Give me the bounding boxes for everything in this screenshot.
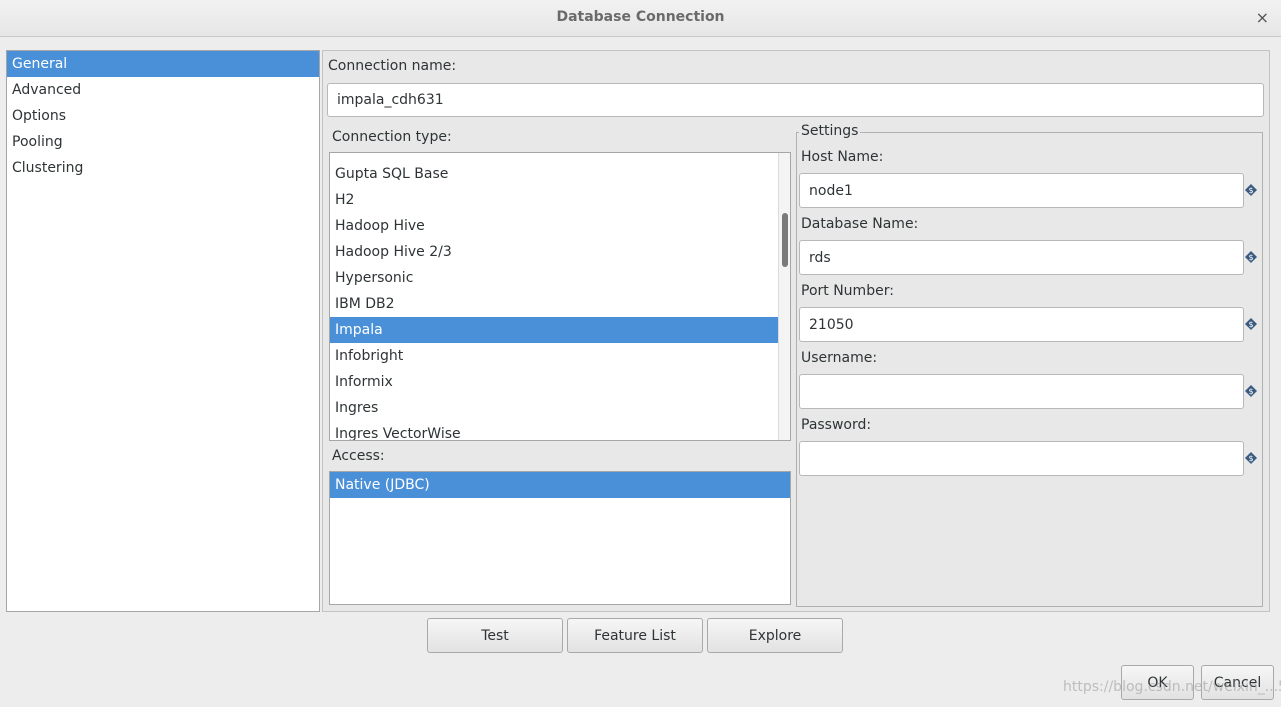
database-name-input[interactable] — [799, 240, 1244, 275]
list-item-selected[interactable]: Native (JDBC) — [330, 472, 790, 498]
port-number-input[interactable] — [799, 307, 1244, 342]
list-item[interactable]: IBM DB2 — [330, 291, 790, 317]
explore-button[interactable]: Explore — [707, 618, 843, 653]
watermark-text: https://blog.csdn.net/weixin_...523 — [1063, 679, 1281, 695]
list-item[interactable]: Hadoop Hive 2/3 — [330, 239, 790, 265]
svg-text:$: $ — [1248, 320, 1253, 329]
feature-list-button[interactable]: Feature List — [567, 618, 703, 653]
connection-type-label: Connection type: — [332, 129, 452, 145]
connection-type-list[interactable]: Gupta SQL Base H2 Hadoop Hive Hadoop Hiv… — [329, 152, 791, 441]
database-name-label: Database Name: — [801, 216, 919, 232]
svg-text:$: $ — [1248, 454, 1253, 463]
list-item[interactable]: Hadoop Hive — [330, 213, 790, 239]
connection-name-input[interactable] — [327, 83, 1264, 117]
nav-item-general[interactable]: General — [7, 51, 319, 77]
list-item[interactable]: Ingres — [330, 395, 790, 421]
password-label: Password: — [801, 417, 872, 433]
password-input[interactable] — [799, 441, 1244, 476]
list-item[interactable]: Informix — [330, 369, 790, 395]
svg-text:$: $ — [1248, 253, 1253, 262]
close-icon[interactable]: × — [1256, 8, 1269, 27]
nav-item-clustering[interactable]: Clustering — [7, 155, 319, 181]
host-name-input[interactable] — [799, 173, 1244, 208]
nav-item-options[interactable]: Options — [7, 103, 319, 129]
list-item-selected[interactable]: Impala — [330, 317, 790, 343]
scrollbar-thumb[interactable] — [782, 213, 788, 267]
variable-diamond-icon[interactable]: $ — [1245, 385, 1257, 397]
variable-diamond-icon[interactable]: $ — [1245, 452, 1257, 464]
username-label: Username: — [801, 350, 878, 366]
list-item[interactable]: Gupta SQL Base — [330, 161, 790, 187]
window-title: Database Connection — [556, 9, 725, 25]
title-bar: Database Connection × — [0, 0, 1281, 37]
test-button[interactable]: Test — [427, 618, 563, 653]
variable-diamond-icon[interactable]: $ — [1245, 251, 1257, 263]
general-panel: Connection name: Connection type: Gupta … — [322, 50, 1270, 612]
connection-name-label: Connection name: — [328, 58, 457, 74]
variable-diamond-icon[interactable]: $ — [1245, 318, 1257, 330]
list-item[interactable]: Infobright — [330, 343, 790, 369]
host-name-label: Host Name: — [801, 149, 884, 165]
nav-item-pooling[interactable]: Pooling — [7, 129, 319, 155]
nav-item-advanced[interactable]: Advanced — [7, 77, 319, 103]
username-input[interactable] — [799, 374, 1244, 409]
list-clipped-row — [330, 153, 790, 161]
settings-nav: General Advanced Options Pooling Cluster… — [6, 50, 320, 612]
list-item[interactable]: Ingres VectorWise — [330, 421, 790, 440]
settings-legend: Settings — [799, 123, 861, 139]
svg-text:$: $ — [1248, 387, 1253, 396]
svg-text:$: $ — [1248, 186, 1253, 195]
connection-type-scrollbar[interactable] — [778, 153, 790, 440]
list-item[interactable]: H2 — [330, 187, 790, 213]
access-list[interactable]: Native (JDBC) — [329, 471, 791, 605]
port-number-label: Port Number: — [801, 283, 894, 299]
variable-diamond-icon[interactable]: $ — [1245, 184, 1257, 196]
access-label: Access: — [332, 448, 385, 464]
list-item[interactable]: Hypersonic — [330, 265, 790, 291]
